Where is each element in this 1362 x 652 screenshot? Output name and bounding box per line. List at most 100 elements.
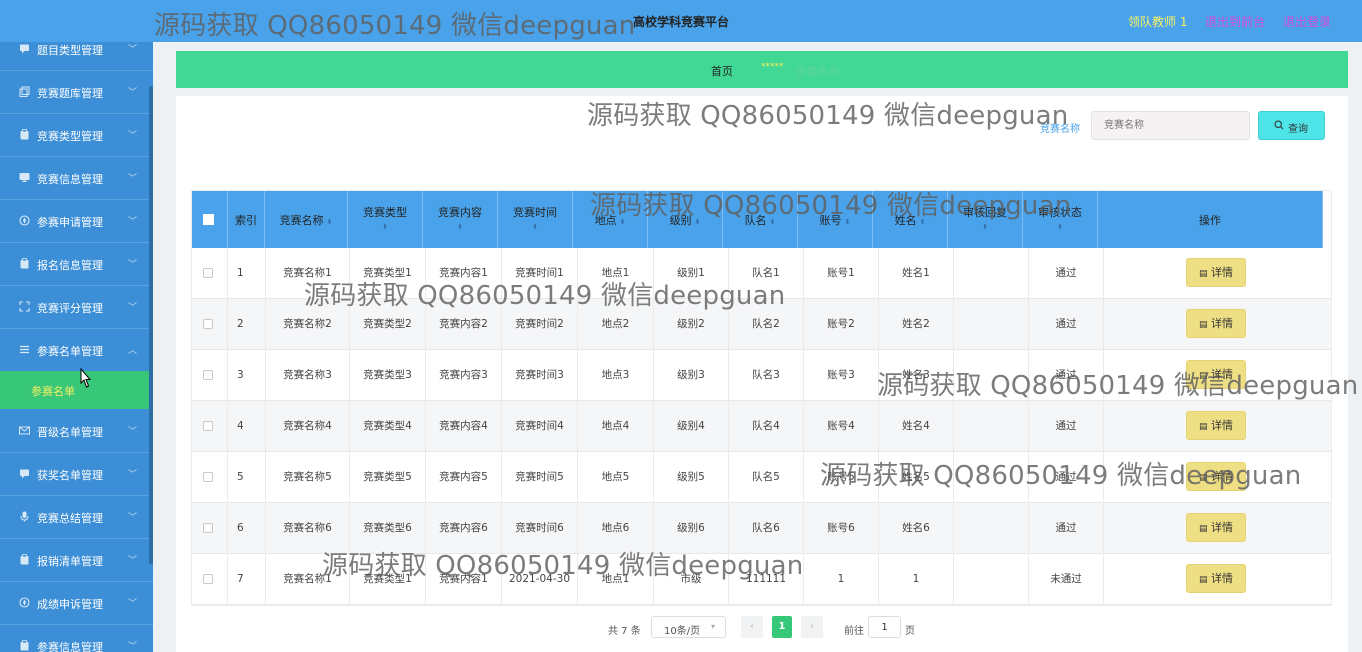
mouse-pointer-icon	[80, 368, 92, 388]
sidebar-item[interactable]: 参赛名单管理 ︿	[0, 329, 153, 372]
sidebar-item[interactable]: 竞赛类型管理 ﹀	[0, 114, 153, 157]
sidebar-item[interactable]: 晋级名单管理 ﹀	[0, 410, 153, 453]
sort-icon[interactable]: ⬍	[695, 218, 701, 226]
sidebar-item[interactable]: 竞赛总结管理 ﹀	[0, 496, 153, 539]
chevron-down-icon: ﹀	[128, 88, 138, 98]
table-cell-account: 账号3	[804, 350, 879, 401]
table-cell-account: 账号5	[804, 452, 879, 503]
column-header[interactable]: 竞赛时间 ⬍	[498, 190, 573, 248]
column-header[interactable]: 姓名 ⬍	[873, 190, 948, 248]
column-header[interactable]: 账号 ⬍	[798, 190, 873, 248]
table-cell-idx: 6	[228, 503, 266, 554]
row-checkbox[interactable]	[203, 523, 213, 533]
table-cell-name: 竞赛名称5	[266, 452, 350, 503]
sidebar-subitem-participant-list[interactable]: 参赛名单	[0, 371, 153, 409]
sort-icon[interactable]: ⬍	[327, 218, 333, 226]
breadcrumb-home[interactable]: 首页	[711, 63, 733, 79]
list-panel: 竞赛名称 查询 索引竞赛名称⬍竞赛类型⬍竞赛内容⬍竞赛时间⬍地点⬍级别⬍队名⬍账…	[176, 96, 1348, 652]
detail-button[interactable]: ▤ 详情	[1186, 309, 1246, 338]
sidebar-item[interactable]: 题目类型管理 ﹀	[0, 42, 153, 71]
table-cell-content: 竞赛内容1	[426, 248, 502, 299]
column-header[interactable]: 审核状态 ⬍	[1023, 190, 1098, 248]
table-cell-reply	[954, 350, 1029, 401]
sidebar-item[interactable]: 报销清单管理 ﹀	[0, 539, 153, 582]
table-cell-reply	[954, 401, 1029, 452]
table-cell-name: 竞赛名称3	[266, 350, 350, 401]
row-checkbox[interactable]	[203, 574, 213, 584]
sort-icon[interactable]: ⬍	[348, 223, 422, 231]
goto-page-input[interactable]	[868, 616, 901, 638]
action-cell: ▤ 详情	[1104, 248, 1332, 299]
sidebar-item[interactable]: 成绩申诉管理 ﹀	[0, 582, 153, 625]
column-header[interactable]: 队名 ⬍	[723, 190, 798, 248]
logout-link[interactable]: 退出登录	[1283, 13, 1331, 30]
table-cell-team: 队名1	[729, 248, 804, 299]
page-size-select[interactable]: 10条/页 ▾	[651, 616, 726, 638]
table-cell-team: 队名3	[729, 350, 804, 401]
column-header[interactable]: 级别 ⬍	[648, 190, 723, 248]
search-input[interactable]	[1091, 111, 1250, 140]
sort-icon[interactable]: ⬍	[948, 223, 1022, 231]
table-header: 索引 竞赛名称 ⬍ 竞赛类型 ⬍ 竞赛内容 ⬍ 竞赛时间 ⬍ 地点 ⬍ 级别 ⬍ 队名 ⬍ 账号 ⬍ 姓名 ⬍ 审核回…	[191, 190, 1323, 248]
sidebar-item[interactable]: 竞赛信息管理 ﹀	[0, 157, 153, 200]
detail-button[interactable]: ▤ 详情	[1186, 411, 1246, 440]
detail-button-label: 详情	[1211, 368, 1233, 381]
document-icon: ▤	[1198, 422, 1208, 432]
chevron-down-icon: ﹀	[128, 174, 138, 184]
sort-icon[interactable]: ⬍	[770, 218, 776, 226]
row-checkbox[interactable]	[203, 370, 213, 380]
row-checkbox[interactable]	[203, 268, 213, 278]
detail-button-label: 详情	[1211, 317, 1233, 330]
sidebar-item-label: 晋级名单管理	[37, 426, 103, 439]
table-cell-name: 竞赛名称1	[266, 554, 350, 605]
sidebar-item-label: 参赛名单管理	[37, 345, 103, 358]
next-page-button[interactable]: ›	[801, 616, 823, 638]
sort-icon[interactable]: ⬍	[620, 218, 626, 226]
chevron-down-icon: ﹀	[128, 599, 138, 609]
column-header[interactable]: 地点 ⬍	[573, 190, 648, 248]
detail-button[interactable]: ▤ 详情	[1186, 462, 1246, 491]
sidebar-item[interactable]: 参赛信息管理 ﹀	[0, 625, 153, 652]
sidebar-item-label: 成绩申诉管理	[37, 598, 103, 611]
document-icon: ▤	[1198, 575, 1208, 585]
sidebar-item[interactable]: 报名信息管理 ﹀	[0, 243, 153, 286]
sort-icon[interactable]: ⬍	[845, 218, 851, 226]
column-header[interactable]: 竞赛内容 ⬍	[423, 190, 498, 248]
sort-icon[interactable]: ⬍	[920, 218, 926, 226]
table-cell-status: 未通过	[1029, 554, 1104, 605]
select-all-checkbox[interactable]	[203, 214, 214, 225]
row-select-cell	[191, 452, 228, 503]
column-header[interactable]: 审核回复 ⬍	[948, 190, 1023, 248]
detail-button[interactable]: ▤ 详情	[1186, 258, 1246, 287]
row-checkbox[interactable]	[203, 421, 213, 431]
table-row: 4 竞赛名称4 竞赛类型4 竞赛内容4 竞赛时间4 地点4 级别4 队名4 账号4 姓名4 通过 ▤ …	[191, 401, 1332, 452]
table-row: 7 竞赛名称1 竞赛类型1 竞赛内容1 2021-04-30 地点1 市级 111111 1 1 未…	[191, 554, 1332, 605]
column-header-label: 竞赛类型	[363, 206, 407, 219]
sort-icon[interactable]: ⬍	[423, 223, 497, 231]
sidebar-item[interactable]: 竞赛评分管理 ﹀	[0, 286, 153, 329]
sidebar-item[interactable]: 参赛申请管理 ﹀	[0, 200, 153, 243]
to-front-link[interactable]: 退出到前台	[1205, 13, 1265, 30]
sidebar-item-label: 竞赛题库管理	[37, 87, 103, 100]
row-checkbox[interactable]	[203, 319, 213, 329]
sidebar-item[interactable]: 竞赛题库管理 ﹀	[0, 71, 153, 114]
table-cell-type: 竞赛类型4	[350, 401, 426, 452]
column-header[interactable]: 竞赛名称 ⬍	[265, 190, 348, 248]
sort-icon[interactable]: ⬍	[498, 223, 572, 231]
current-page-button[interactable]: 1	[772, 616, 792, 638]
select-all-header[interactable]	[191, 190, 228, 248]
prev-page-button[interactable]: ‹	[741, 616, 763, 638]
column-header-label: 姓名	[894, 214, 917, 227]
detail-button[interactable]: ▤ 详情	[1186, 564, 1246, 593]
column-header-label: 索引	[235, 214, 257, 227]
detail-button-label: 详情	[1211, 419, 1233, 432]
sidebar-item[interactable]: 获奖名单管理 ﹀	[0, 453, 153, 496]
table-cell-place: 地点1	[578, 554, 654, 605]
sort-icon[interactable]: ⬍	[1023, 223, 1097, 231]
table-cell-place: 地点4	[578, 401, 654, 452]
detail-button[interactable]: ▤ 详情	[1186, 513, 1246, 542]
row-checkbox[interactable]	[203, 472, 213, 482]
column-header[interactable]: 竞赛类型 ⬍	[348, 190, 423, 248]
detail-button[interactable]: ▤ 详情	[1186, 360, 1246, 389]
search-button[interactable]: 查询	[1258, 111, 1325, 140]
